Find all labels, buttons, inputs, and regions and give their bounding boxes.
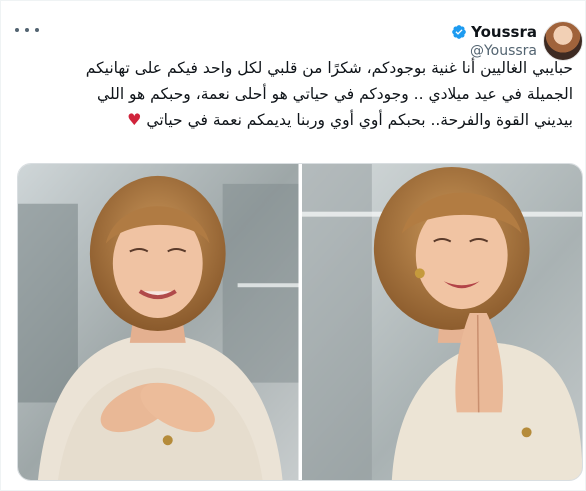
photo-hands-on-chest-image: [18, 164, 299, 480]
tweet-text-line: الجميلة في عيد ميلادي .. وجودكم في حياتي…: [97, 85, 573, 103]
photo-hands-together[interactable]: [301, 164, 582, 480]
tweet-text-line-3: بيديني القوة والفرحة.. بحبكم أوي أوي ورب…: [146, 111, 573, 129]
tweet-text-line: بيديني القوة والفرحة.. بحبكم أوي أوي ورب…: [13, 107, 573, 133]
tweet-card: Youssra @Youssra حبايبي الغاليين أنا غني…: [0, 0, 586, 491]
more-options-icon[interactable]: [15, 23, 39, 37]
dot: [15, 28, 19, 32]
tweet-text: حبايبي الغاليين أنا غنية بوجودكم، شكرًا …: [13, 55, 573, 133]
dot: [25, 28, 29, 32]
tweet-text-line: حبايبي الغاليين أنا غنية بوجودكم، شكرًا …: [85, 59, 573, 77]
photo-hands-together-image: [301, 164, 582, 480]
photo-hands-on-chest[interactable]: [18, 164, 299, 480]
verified-badge-icon: [452, 25, 466, 39]
author-info[interactable]: Youssra @Youssra: [451, 23, 537, 59]
dot: [35, 28, 39, 32]
media-grid: [17, 163, 583, 481]
name-row: Youssra: [451, 23, 537, 41]
heart-emoji: ♥: [127, 110, 142, 129]
display-name[interactable]: Youssra: [471, 23, 537, 41]
